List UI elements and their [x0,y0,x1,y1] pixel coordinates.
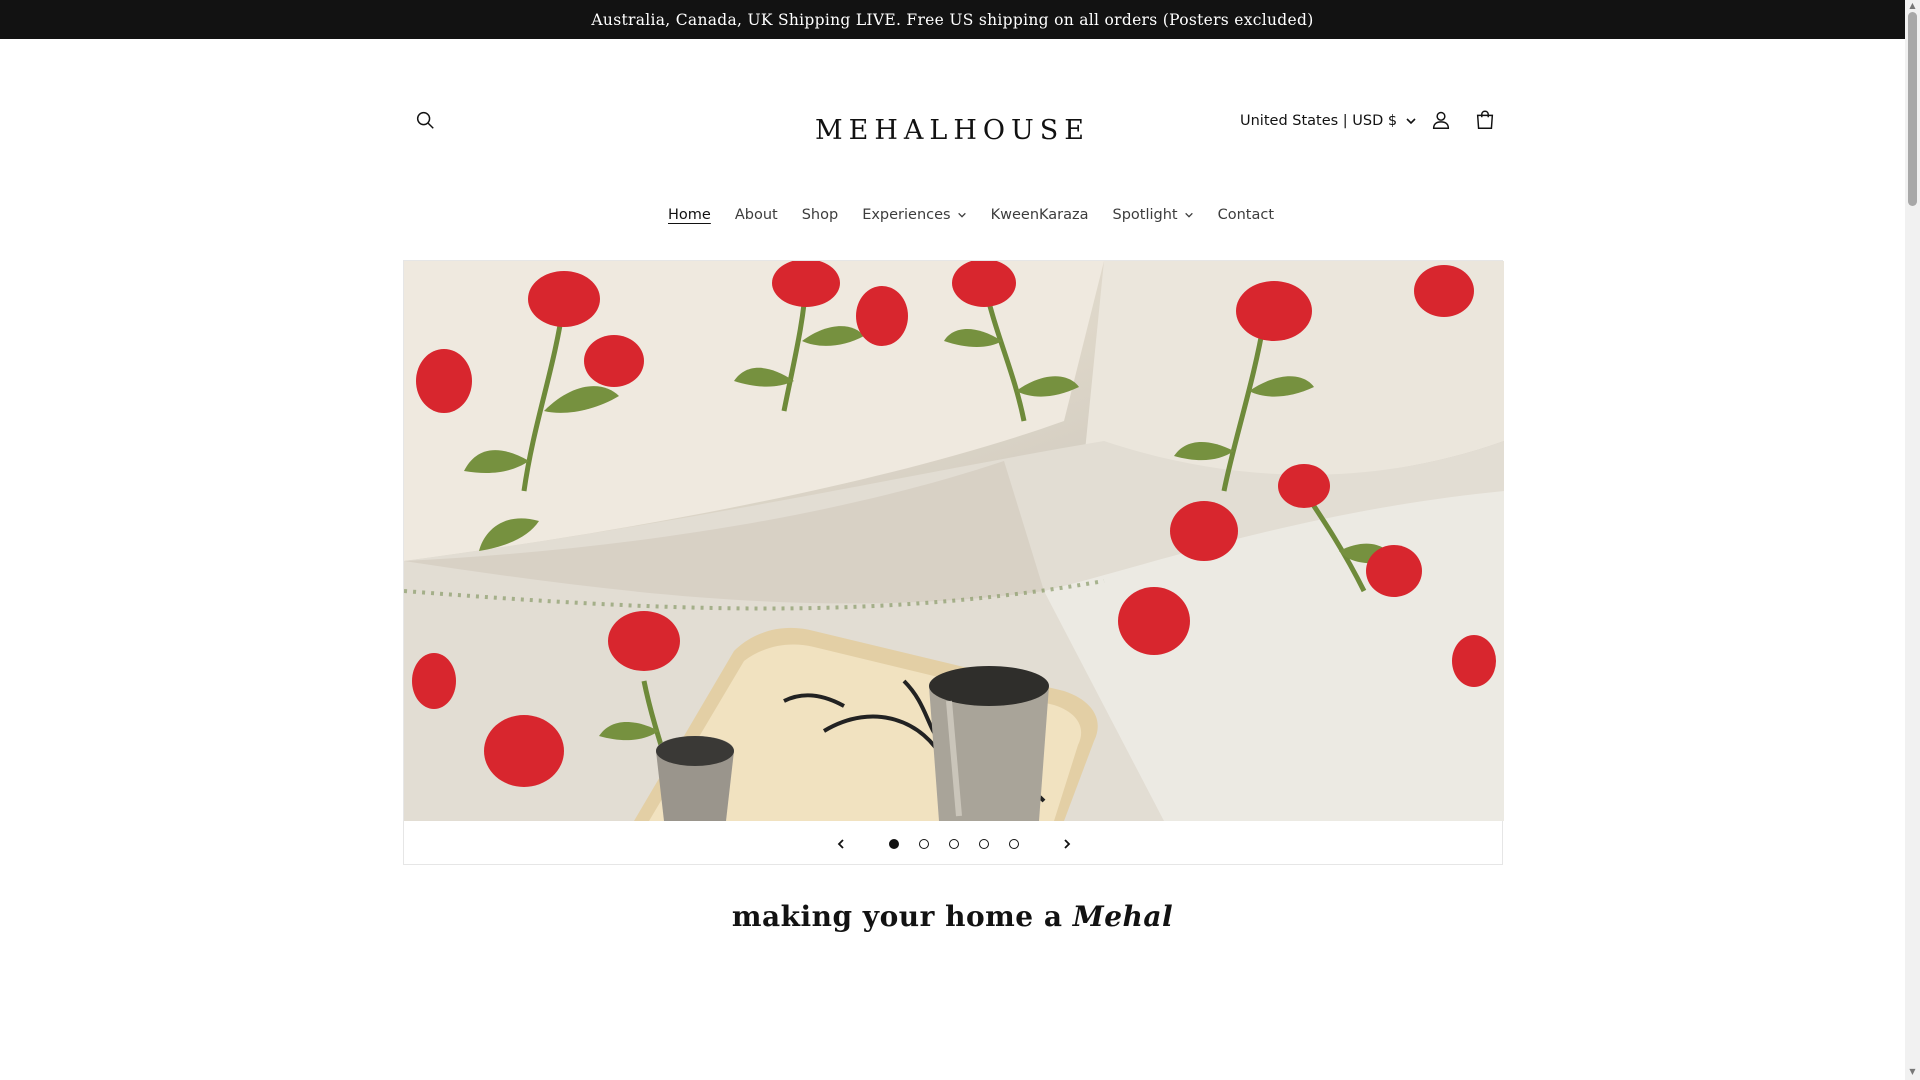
tagline: making your home a Mehal [0,900,1905,933]
scroll-down-icon[interactable]: ▼ [1908,1068,1917,1076]
chevron-down-icon [1406,118,1416,125]
hero-slideshow [403,260,1504,866]
nav-item-contact[interactable]: Contact [1206,200,1286,230]
account-button[interactable] [1423,102,1459,138]
scrollbar-thumb[interactable] [1908,12,1917,206]
bedding-flowers-image [404,261,1504,821]
nav-item-label: Experiences [862,207,951,223]
chevron-right-icon [1064,838,1071,849]
main-nav: Home About Shop Experiences KweenKaraza … [656,200,1286,230]
slideshow-controls [404,821,1504,866]
previous-slide-button[interactable] [821,824,861,864]
cart-button[interactable] [1467,102,1503,138]
logo[interactable]: MEHAL HOUSE [815,96,1090,164]
chevron-down-icon [1184,212,1193,218]
nav-item-about[interactable]: About [723,200,790,230]
nav-item-spotlight[interactable]: Spotlight [1101,200,1206,230]
logo-word-right: HOUSE [953,114,1090,146]
country-currency-selector[interactable]: United States | USD $ [1240,106,1417,136]
nav-item-label: Contact [1217,207,1275,223]
nav-item-label: Spotlight [1112,207,1178,223]
search-button[interactable] [407,102,443,138]
slide-dot-5[interactable] [999,829,1029,859]
nav-item-experiences[interactable]: Experiences [850,200,978,230]
chevron-left-icon [837,838,844,849]
announcement-text: Australia, Canada, UK Shipping LIVE. Fre… [591,10,1314,29]
next-slide-button[interactable] [1047,824,1087,864]
nav-item-shop[interactable]: Shop [790,200,850,230]
tagline-emphasis: Mehal [1072,900,1174,933]
slide-dot-2[interactable] [909,829,939,859]
chevron-down-icon [957,212,966,218]
cart-icon [1476,110,1494,129]
nav-item-home[interactable]: Home [656,200,723,230]
nav-item-label: Shop [801,207,839,223]
country-currency-label: United States | USD $ [1240,113,1398,129]
slide-dots [879,829,1029,859]
logo-word-left: MEHAL [815,114,954,146]
slide-image [404,261,1504,821]
nav-item-label: Home [668,207,711,223]
slide-dot-1[interactable] [879,829,909,859]
search-icon [416,111,434,129]
nav-item-label: About [734,207,778,223]
slide-dot-4[interactable] [969,829,999,859]
announcement-bar: Australia, Canada, UK Shipping LIVE. Fre… [0,0,1905,39]
account-icon [1432,111,1450,129]
nav-item-kweenkaraza[interactable]: KweenKaraza [979,200,1101,230]
nav-item-label: KweenKaraza [990,207,1089,223]
scroll-up-icon[interactable]: ▲ [1908,2,1917,10]
slide-dot-3[interactable] [939,829,969,859]
tagline-text: making your home a [731,900,1073,933]
